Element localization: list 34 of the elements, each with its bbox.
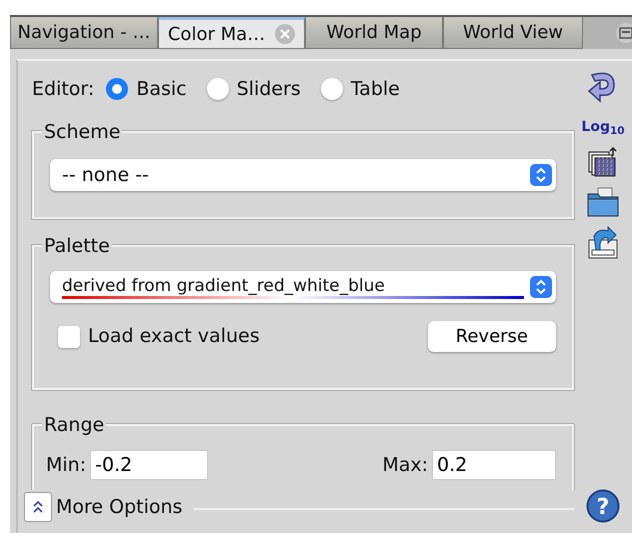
radio-button[interactable]	[206, 78, 229, 100]
tab-label: Navigation - …	[17, 21, 151, 45]
radio-button[interactable]	[106, 78, 128, 100]
checkbox[interactable]	[58, 326, 80, 348]
tab-label: World Map	[326, 21, 422, 45]
max-label: Max:	[382, 452, 428, 478]
min-field[interactable]: -0.2	[90, 450, 208, 480]
tab[interactable]: Color Ma…	[158, 17, 305, 49]
tab[interactable]: World View	[443, 17, 583, 49]
min-label: Min:	[46, 452, 86, 478]
radio-label: Table	[350, 76, 400, 102]
tab-label: World View	[462, 21, 564, 45]
radio-button[interactable]	[320, 78, 343, 100]
max-field[interactable]: 0.2	[432, 450, 556, 480]
expand-icon	[32, 500, 44, 514]
checkbox-label: Load exact values	[88, 324, 260, 350]
expand-button[interactable]	[24, 492, 52, 522]
reverse-button[interactable]: Reverse	[428, 321, 556, 352]
radio-label: Basic	[136, 76, 187, 102]
save-icon[interactable]	[586, 226, 620, 260]
tab-label: Color Ma…	[168, 22, 266, 46]
more-options-label: More Options	[56, 494, 182, 520]
dropdown-arrows-icon	[530, 276, 552, 298]
help-icon[interactable]: ?	[586, 489, 620, 523]
editor-label: Editor:	[32, 76, 94, 102]
tab[interactable]: Navigation - …	[10, 17, 158, 49]
layers-icon[interactable]	[587, 146, 619, 178]
palette-dropdown[interactable]: derived from gradient_red_white_blue	[50, 271, 556, 303]
folder-icon[interactable]	[586, 186, 620, 218]
dropdown-arrows-icon	[530, 164, 552, 186]
tab[interactable]: World Map	[305, 17, 443, 49]
log-scale-button[interactable]: Log$_{10}$	[581, 117, 625, 138]
scheme-dropdown[interactable]: -- none --	[50, 159, 556, 191]
radio-label: Sliders	[236, 76, 301, 102]
